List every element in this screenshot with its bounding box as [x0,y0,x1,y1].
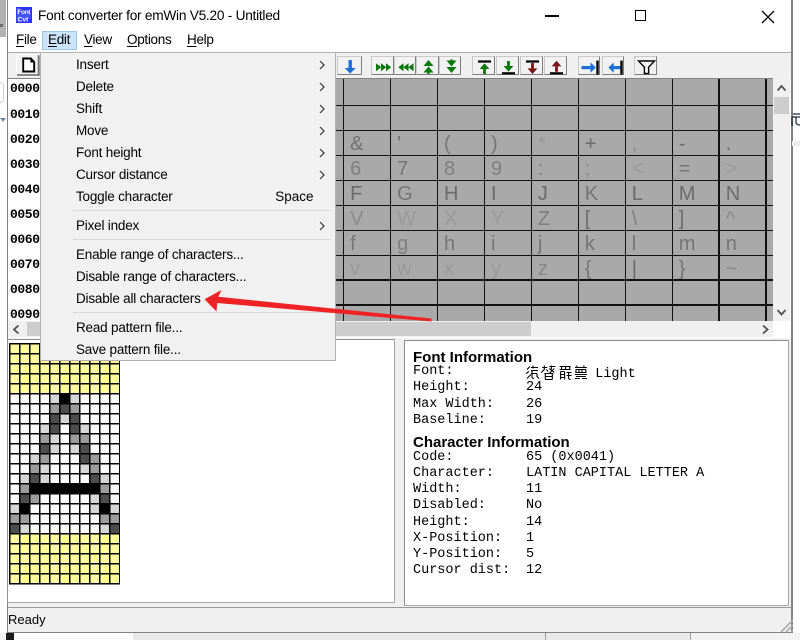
svg-text:Cvt: Cvt [17,16,28,22]
svg-text:Light: Light [595,367,636,380]
svg-text:Font: Font [17,9,31,16]
